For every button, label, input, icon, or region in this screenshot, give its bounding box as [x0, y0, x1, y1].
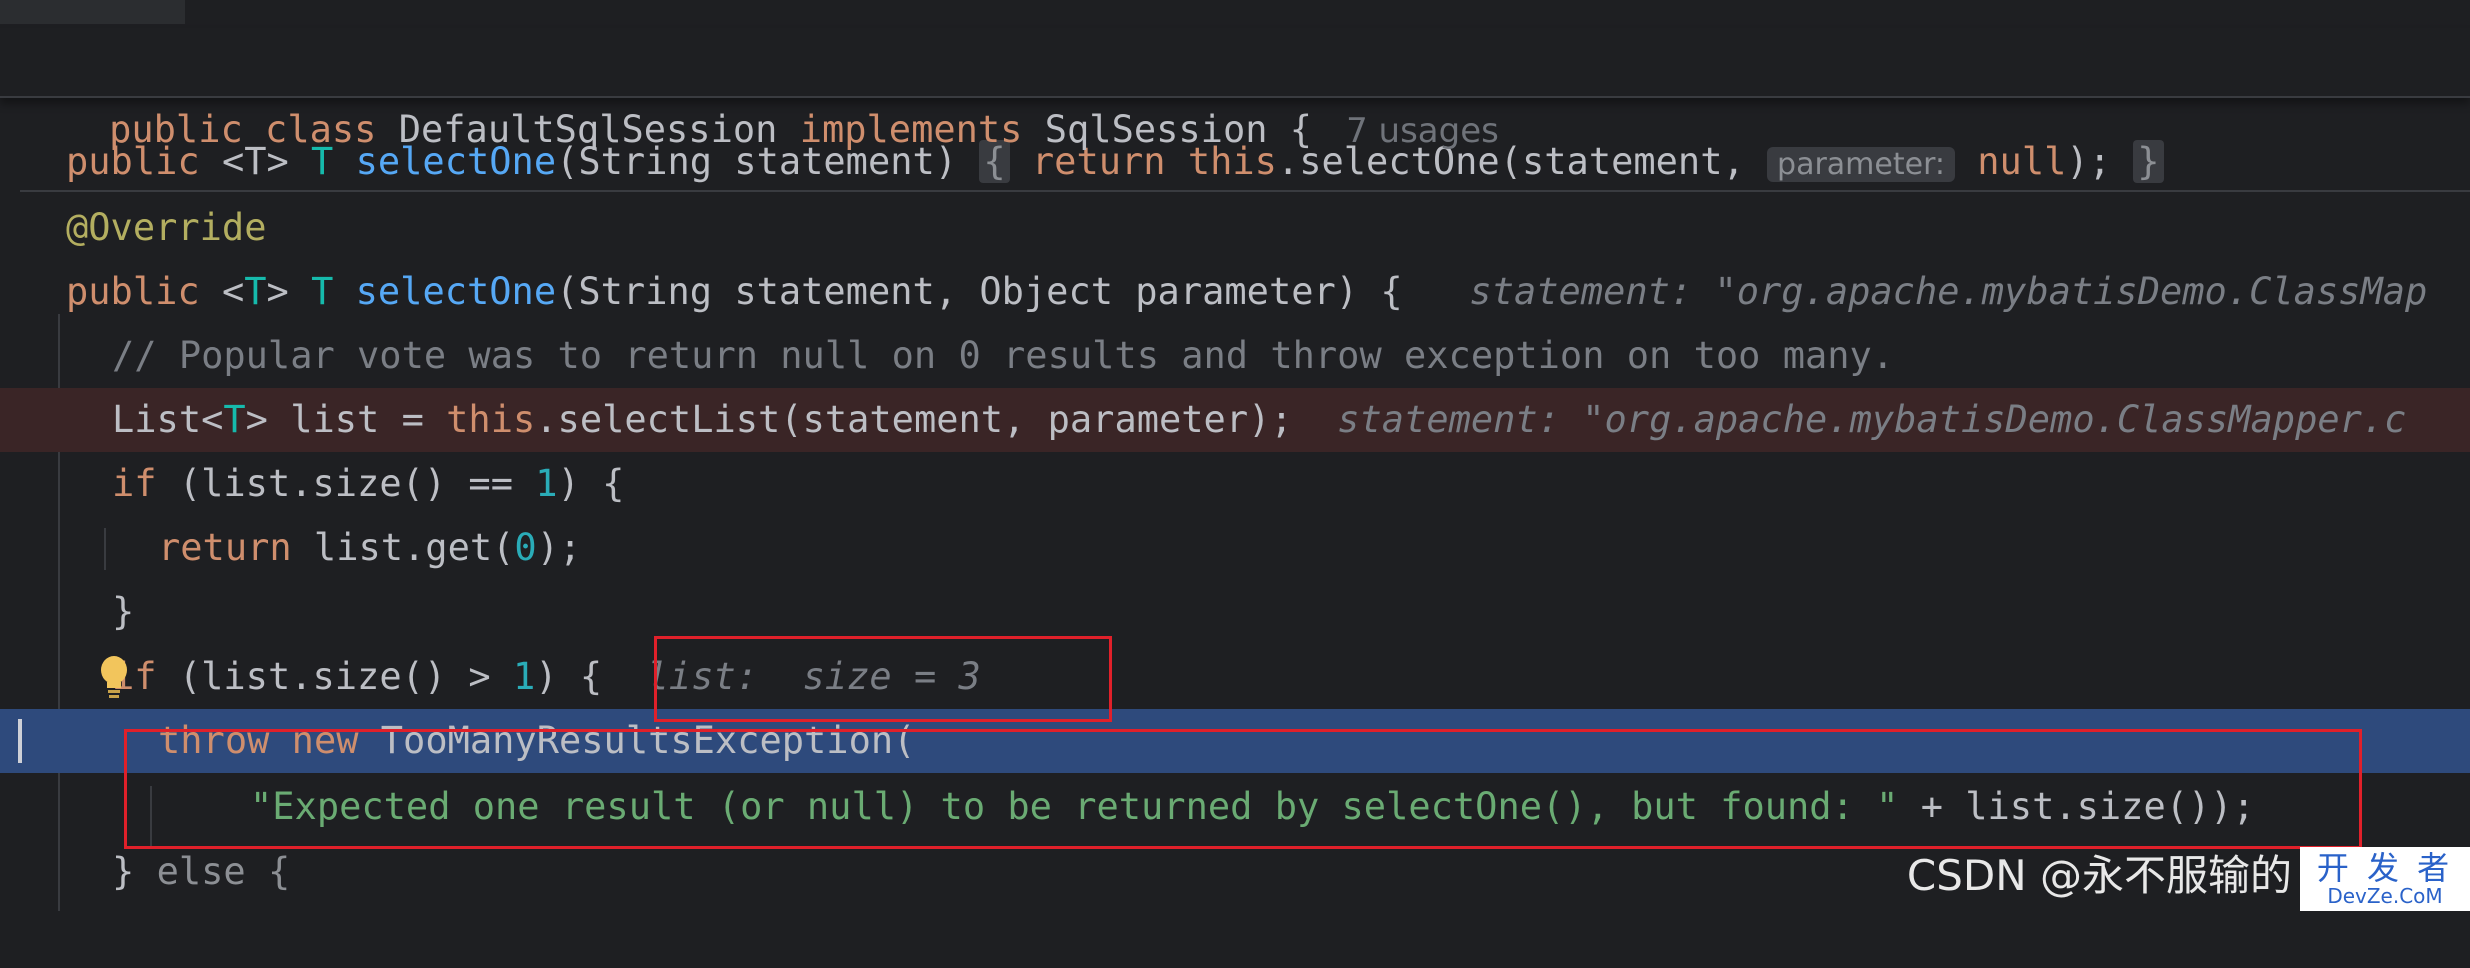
- editor-tab[interactable]: [0, 0, 185, 24]
- lightbulb-icon[interactable]: [98, 654, 130, 702]
- generic-lt: <: [221, 270, 245, 313]
- keyword-this: this: [446, 398, 536, 441]
- debug-inline-value: statement: "org.apache.mybatisDemo.Class…: [1469, 270, 2428, 313]
- keyword-null: null: [1977, 140, 2067, 183]
- sticky-class-header[interactable]: public class DefaultSqlSession implement…: [0, 28, 2470, 151]
- type-param: T: [223, 398, 246, 441]
- number: 1: [535, 462, 558, 505]
- parameter-hint: parameter:: [1767, 147, 1955, 182]
- watermark-logo-en: DevZe.CoM: [2327, 884, 2443, 908]
- keyword-else: else: [156, 850, 246, 893]
- condition-end: ) {: [557, 462, 625, 505]
- code-line-comment: // Popular vote was to return null on 0 …: [0, 324, 2470, 388]
- tail: );: [2066, 140, 2111, 183]
- condition: (list.size() >: [156, 655, 513, 698]
- annotation-box-exception: [124, 729, 2362, 849]
- debug-inline-value: statement: "org.apache.mybatisDemo.Class…: [1337, 398, 2407, 441]
- fold-close[interactable]: }: [2133, 140, 2164, 183]
- type-param: T: [244, 270, 267, 313]
- editor-tab-strip: [0, 0, 2470, 24]
- assign: > list =: [245, 398, 447, 441]
- interface-name: SqlSession: [1044, 108, 1268, 151]
- code-line-if-one: if (list.size() == 1) {: [0, 452, 2470, 516]
- code-line-if-many: if (list.size() > 1) { list: size = 3: [0, 645, 2470, 709]
- keyword-public: public: [109, 108, 243, 151]
- text-caret: [18, 719, 22, 763]
- comment: // Popular vote was to return null on 0 …: [112, 334, 1895, 377]
- keyword-if: if: [112, 462, 157, 505]
- return-type: T: [311, 270, 334, 313]
- method-name: selectOne: [355, 270, 557, 313]
- call: .selectList(statement, parameter);: [535, 398, 1293, 441]
- watermark-text: CSDN @永不服输的: [1906, 851, 2292, 900]
- close-brace: }: [112, 590, 135, 633]
- number: 0: [514, 526, 537, 569]
- watermark-logo-cn: 开 发 者: [2316, 849, 2454, 887]
- class-name: DefaultSqlSession: [398, 108, 778, 151]
- type-list: List<: [112, 398, 224, 441]
- watermark: CSDN @永不服输的 开 发 者 DevZe.CoM: [1907, 841, 2470, 911]
- code-line-close: }: [0, 580, 2470, 644]
- keyword-class: class: [265, 108, 377, 151]
- generic-gt: >: [266, 270, 289, 313]
- usages-link[interactable]: 7 usages: [1346, 111, 1499, 151]
- code-line-select-list: List<T> list = this.selectList(statement…: [0, 388, 2470, 452]
- keyword-public: public: [66, 270, 200, 313]
- condition-end: ) {: [535, 655, 603, 698]
- code-line-return: return list.get(0);: [0, 516, 2470, 580]
- call: list.get(: [291, 526, 515, 569]
- params: (String statement, Object parameter) {: [556, 270, 1403, 313]
- watermark-logo: 开 发 者 DevZe.CoM: [2300, 847, 2470, 911]
- open-brace: {: [267, 850, 291, 893]
- condition: (list.size() ==: [156, 462, 536, 505]
- number: 1: [512, 655, 536, 698]
- annotation-box-list-size: [654, 636, 1112, 722]
- keyword-return: return: [158, 526, 292, 569]
- close-brace: }: [112, 850, 135, 893]
- keyword-implements: implements: [799, 108, 1023, 151]
- call-end: );: [536, 526, 582, 569]
- code-line-signature: public <T> T selectOne(String statement,…: [0, 260, 2470, 324]
- open-brace: {: [1289, 108, 1313, 151]
